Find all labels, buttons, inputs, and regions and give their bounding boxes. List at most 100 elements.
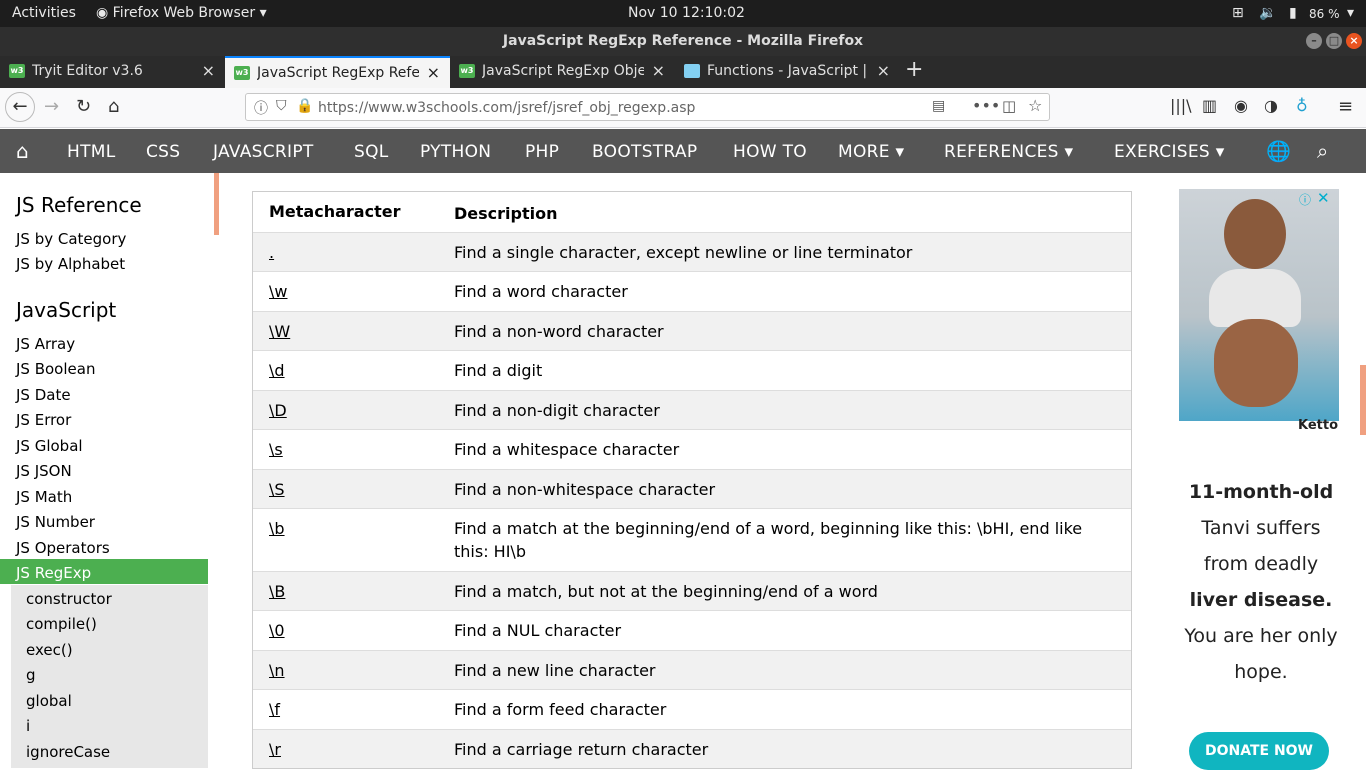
sidebar-subitem-compile[interactable]: compile() xyxy=(26,615,97,633)
sidebar-item-js-math[interactable]: JS Math xyxy=(16,488,72,506)
tab-mdn-functions[interactable]: Functions - JavaScript | M × xyxy=(675,56,900,88)
app-menu-label: Firefox Web Browser xyxy=(112,5,256,21)
sidebar-item-js-number[interactable]: JS Number xyxy=(16,513,95,531)
bookmark-star-icon[interactable]: ☆ xyxy=(1028,96,1042,115)
metachar-link[interactable]: \D xyxy=(269,401,287,420)
close-ad-icon[interactable]: ✕ xyxy=(1317,189,1330,207)
close-window-icon[interactable]: × xyxy=(1346,33,1362,49)
donate-now-button[interactable]: DONATE NOW xyxy=(1189,732,1329,770)
sidebar-subitem-exec[interactable]: exec() xyxy=(26,641,73,659)
nav-javascript[interactable]: JAVASCRIPT xyxy=(213,142,314,162)
metachar-link[interactable]: \w xyxy=(269,282,287,301)
tab-regexp-reference[interactable]: w3 JavaScript RegExp Refer × xyxy=(225,56,450,88)
description-text: Find a match at the beginning/end of a w… xyxy=(454,519,1083,561)
nav-more[interactable]: MORE ▾ xyxy=(838,142,904,162)
close-tab-icon[interactable]: × xyxy=(652,61,665,80)
sidebar-item-js-by-alphabet[interactable]: JS by Alphabet xyxy=(16,255,125,273)
metachar-link[interactable]: \n xyxy=(269,661,285,680)
nav-python[interactable]: PYTHON xyxy=(420,142,491,162)
library-icon[interactable]: |||\ xyxy=(1170,96,1192,115)
metachar-link[interactable]: \S xyxy=(269,480,285,499)
hamburger-menu-icon[interactable]: ≡ xyxy=(1338,96,1353,117)
system-menu-chevron-icon[interactable]: ▾ xyxy=(1347,5,1354,21)
shield-icon[interactable]: ⛉ xyxy=(276,98,287,114)
pocket-icon[interactable]: ◫ xyxy=(1002,97,1016,115)
url-bar[interactable]: ⓘ ⛉ 🔒 https://www.w3schools.com/jsref/js… xyxy=(245,93,1050,121)
app-menu[interactable]: ◉ Firefox Web Browser ▾ xyxy=(96,5,267,21)
sidebar-subitem-ignorecase[interactable]: ignoreCase xyxy=(26,743,110,761)
close-tab-icon[interactable]: × xyxy=(877,61,890,80)
description-text: Find a non-whitespace character xyxy=(454,480,716,499)
metachar-link[interactable]: \r xyxy=(269,740,281,759)
nav-references[interactable]: REFERENCES ▾ xyxy=(944,142,1073,162)
sidebar-subitem-g[interactable]: g xyxy=(26,666,36,684)
sidebar-item-js-json[interactable]: JS JSON xyxy=(16,462,72,480)
nav-php[interactable]: PHP xyxy=(525,142,559,162)
reader-view-icon[interactable]: ▤ xyxy=(932,98,945,114)
adchoices-icon[interactable]: ⓘ xyxy=(1299,191,1311,208)
url-text: https://www.w3schools.com/jsref/jsref_ob… xyxy=(318,100,696,116)
nav-references-label: REFERENCES xyxy=(944,142,1059,162)
maximize-icon[interactable]: □ xyxy=(1326,33,1342,49)
globe-icon[interactable]: 🌐 xyxy=(1266,139,1291,163)
nav-sql[interactable]: SQL xyxy=(354,142,389,162)
activities-button[interactable]: Activities xyxy=(12,5,76,21)
nav-css[interactable]: CSS xyxy=(146,142,180,162)
network-icon[interactable]: ⊞ xyxy=(1232,5,1244,21)
home-icon[interactable]: ⌂ xyxy=(108,96,119,117)
sidebar-item-js-by-category[interactable]: JS by Category xyxy=(16,230,126,248)
sidebar-item-js-regexp[interactable]: JS RegExp xyxy=(16,564,91,582)
ad-line: from deadly xyxy=(1203,553,1319,575)
sidebar-subitem-i[interactable]: i xyxy=(26,717,30,735)
metachar-link[interactable]: . xyxy=(269,243,274,262)
description-text: Find a match, but not at the beginning/e… xyxy=(454,582,878,601)
lock-icon[interactable]: 🔒 xyxy=(296,98,313,114)
sidebar-item-js-array[interactable]: JS Array xyxy=(16,335,75,353)
new-tab-button[interactable]: + xyxy=(905,56,927,88)
metachar-link[interactable]: \d xyxy=(269,361,285,380)
sidebar-subitem-global[interactable]: global xyxy=(26,692,72,710)
sidebar-item-js-error[interactable]: JS Error xyxy=(16,411,71,429)
metachar-link[interactable]: \s xyxy=(269,440,283,459)
metachar-link[interactable]: \0 xyxy=(269,621,285,640)
volume-icon[interactable]: 🔉 xyxy=(1259,5,1276,21)
forward-arrow-icon[interactable]: → xyxy=(44,96,59,117)
description-text: Find a carriage return character xyxy=(454,740,709,759)
sidebar-subitem-constructor[interactable]: constructor xyxy=(26,590,112,608)
sidebar-toggle-icon[interactable]: ▥ xyxy=(1202,96,1217,115)
table-row: \d Find a digit xyxy=(253,350,1131,390)
table-row: \D Find a non-digit character xyxy=(253,390,1131,429)
home-icon[interactable]: ⌂ xyxy=(16,139,29,163)
nav-how-to[interactable]: HOW TO xyxy=(733,142,807,162)
sidebar-item-js-operators[interactable]: JS Operators xyxy=(16,539,110,557)
metachar-text: \W xyxy=(269,322,291,341)
extension-icon[interactable]: ◑ xyxy=(1264,96,1278,115)
sidebar-scrollbar[interactable] xyxy=(214,173,219,235)
metachar-link[interactable]: \b xyxy=(269,519,285,538)
nav-exercises[interactable]: EXERCISES ▾ xyxy=(1114,142,1225,162)
metachar-link[interactable]: \B xyxy=(269,582,285,601)
advertisement[interactable]: ⓘ ✕ Ketto 11-month-old Tanvi suffers fro… xyxy=(1179,189,1339,770)
minimize-icon[interactable]: – xyxy=(1306,33,1322,49)
page-scrollbar[interactable] xyxy=(1360,365,1366,435)
more-actions-icon[interactable]: ••• xyxy=(972,96,1000,115)
battery-icon[interactable]: ▮ xyxy=(1289,5,1297,21)
account-icon[interactable]: ◉ xyxy=(1234,96,1248,115)
back-arrow-icon[interactable]: ← xyxy=(5,92,35,122)
metachar-link[interactable]: \f xyxy=(269,700,280,719)
sidebar-item-js-global[interactable]: JS Global xyxy=(16,437,83,455)
close-tab-icon[interactable]: × xyxy=(202,61,215,80)
sidebar-item-js-boolean[interactable]: JS Boolean xyxy=(16,360,95,378)
nav-bootstrap[interactable]: BOOTSTRAP xyxy=(592,142,697,162)
clock[interactable]: Nov 10 12:10:02 xyxy=(628,5,745,21)
extension-alt-icon[interactable]: ♁ xyxy=(1296,96,1308,115)
tab-regexp-object[interactable]: w3 JavaScript RegExp Obje × xyxy=(450,56,675,88)
sidebar-item-js-date[interactable]: JS Date xyxy=(16,386,71,404)
info-icon[interactable]: ⓘ xyxy=(254,98,268,118)
close-tab-icon[interactable]: × xyxy=(427,63,440,82)
reload-icon[interactable]: ↻ xyxy=(76,96,91,117)
nav-html[interactable]: HTML xyxy=(67,142,116,162)
tab-tryit-editor[interactable]: w3 Tryit Editor v3.6 × xyxy=(0,56,225,88)
search-icon[interactable]: ⌕ xyxy=(1317,139,1329,163)
metachar-link[interactable]: \W xyxy=(269,322,290,341)
